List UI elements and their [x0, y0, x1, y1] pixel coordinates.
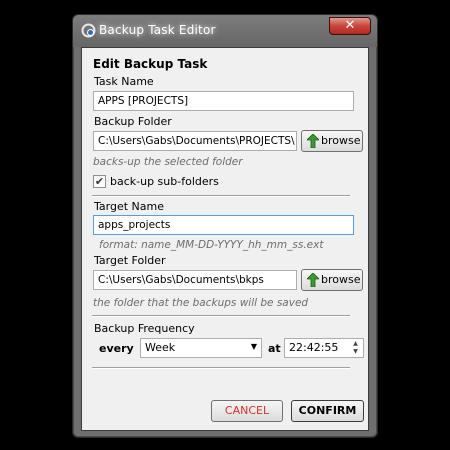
backup-task-editor-window: Backup Task Editor ✕ Edit Backup Task Ta…	[72, 14, 378, 438]
backup-folder-browse-button[interactable]: browse	[301, 130, 363, 152]
chevron-down-icon: ▼	[250, 342, 257, 351]
task-name-input[interactable]: APPS [PROJECTS]	[93, 91, 354, 111]
close-icon: ✕	[344, 18, 356, 33]
time-spinner[interactable]: 22:42:55 ▲ ▼	[284, 338, 364, 358]
every-label: every	[99, 342, 134, 355]
green-up-arrow-icon	[307, 273, 319, 287]
task-name-label: Task Name	[94, 75, 154, 88]
target-name-hint: format: name_MM-DD-YYYY_hh_mm_ss.ext	[99, 239, 324, 251]
title-bar[interactable]: Backup Task Editor ✕	[73, 15, 377, 47]
spin-down-icon[interactable]: ▼	[349, 348, 362, 356]
form-heading: Edit Backup Task	[93, 57, 208, 71]
frequency-select[interactable]: Week ▼	[140, 338, 262, 358]
frequency-label: Backup Frequency	[94, 322, 195, 335]
green-up-arrow-icon	[307, 134, 319, 148]
target-folder-input[interactable]: C:\Users\Gabs\Documents\bkps	[93, 270, 297, 290]
backup-folder-input[interactable]: C:\Users\Gabs\Documents\PROJECTS\	[93, 131, 297, 151]
subfolders-checkbox[interactable]: ✔	[93, 175, 106, 188]
dialog-body: Edit Backup Task Task Name APPS [PROJECT…	[81, 47, 369, 431]
at-label: at	[268, 342, 281, 355]
backup-app-icon	[81, 23, 96, 38]
divider	[92, 315, 350, 317]
subfolders-label[interactable]: back-up sub-folders	[110, 175, 219, 188]
browse-button-label: browse	[321, 134, 361, 147]
target-name-label: Target Name	[94, 200, 164, 213]
checkmark-icon: ✔	[94, 175, 105, 188]
browse-button-label: browse	[321, 273, 361, 286]
backup-folder-label: Backup Folder	[94, 115, 172, 128]
divider	[92, 195, 350, 197]
cancel-button[interactable]: CANCEL	[211, 400, 283, 422]
backup-folder-hint: backs-up the selected folder	[93, 156, 243, 168]
time-value: 22:42:55	[289, 341, 339, 354]
window-title: Backup Task Editor	[99, 23, 216, 37]
spin-up-icon[interactable]: ▲	[349, 340, 362, 348]
divider	[92, 367, 350, 369]
target-name-input[interactable]: apps_projects	[93, 215, 354, 235]
frequency-selected-value: Week	[145, 341, 176, 354]
target-folder-label: Target Folder	[94, 254, 166, 267]
confirm-button[interactable]: CONFIRM	[291, 400, 364, 422]
close-button[interactable]: ✕	[329, 17, 371, 35]
target-folder-hint: the folder that the backups will be save…	[93, 297, 309, 309]
target-folder-browse-button[interactable]: browse	[301, 269, 363, 291]
